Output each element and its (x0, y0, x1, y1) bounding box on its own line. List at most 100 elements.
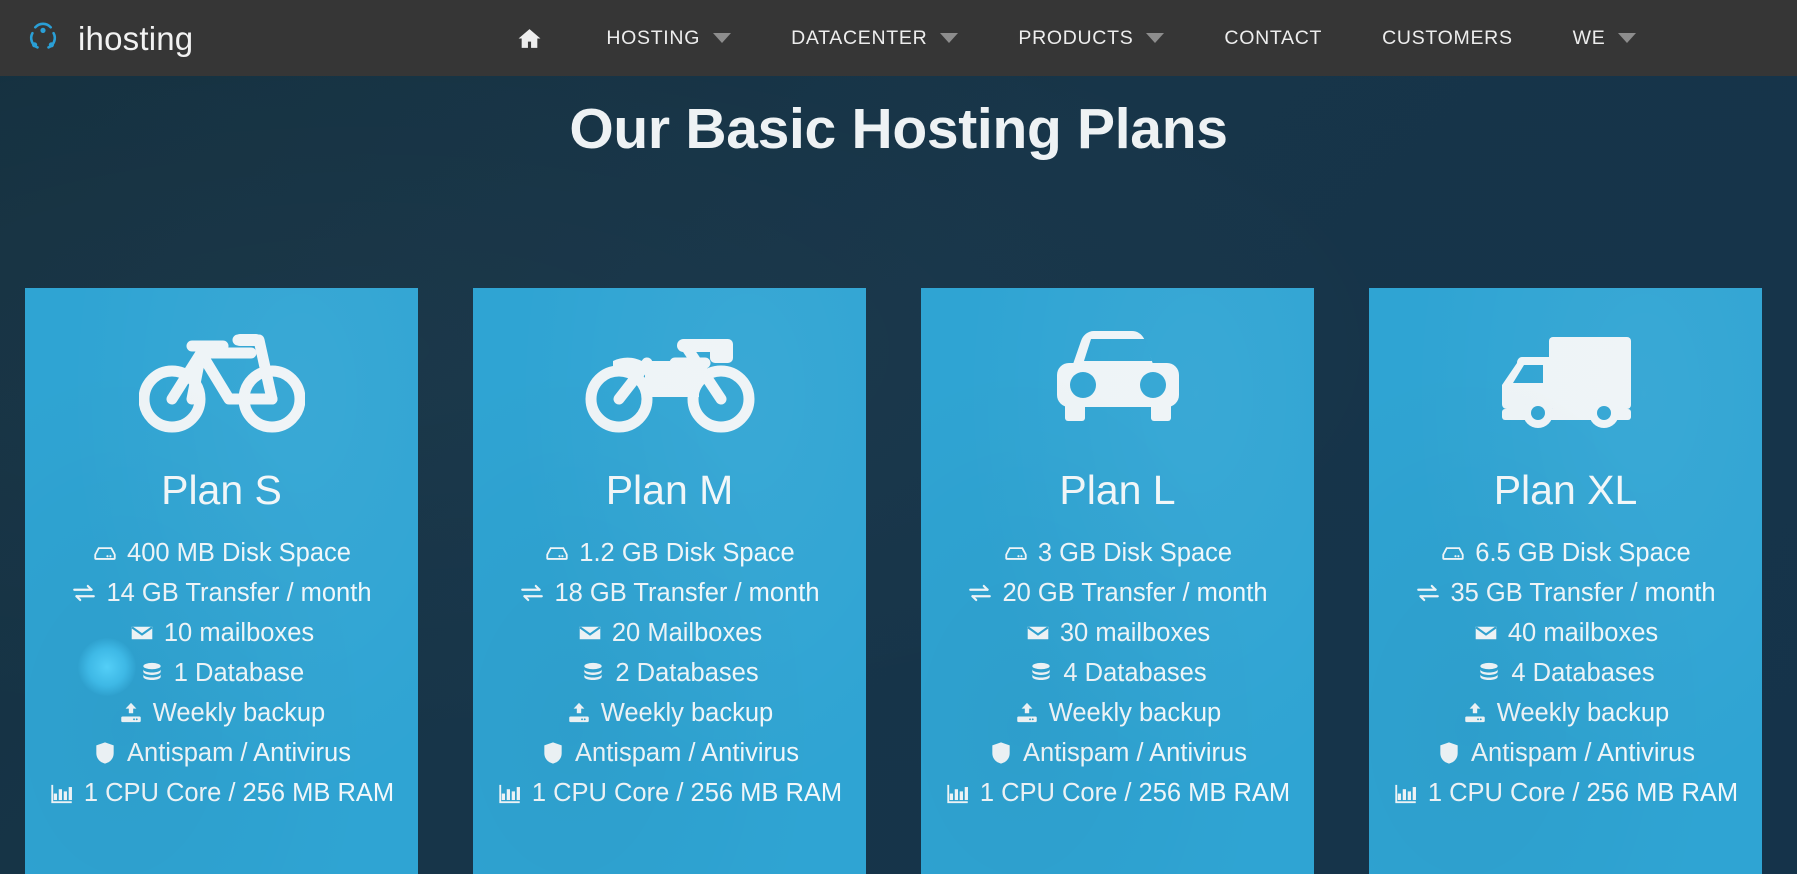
nav-item-datacenter[interactable]: DATACENTER (761, 0, 988, 76)
feature-text: 20 GB Transfer / month (1002, 579, 1268, 607)
envelope-icon (577, 620, 603, 646)
plan-features: 400 MB Disk Space 14 GB Transfer / month… (25, 533, 418, 813)
truck-icon (1491, 323, 1641, 438)
shield-icon (988, 740, 1014, 766)
feature-item: 6.5 GB Disk Space (1369, 533, 1762, 573)
feature-text: 4 Databases (1511, 659, 1655, 687)
feature-item: 14 GB Transfer / month (25, 573, 418, 613)
nav-item-label: CUSTOMERS (1382, 26, 1513, 49)
shield-icon (540, 740, 566, 766)
database-icon (1476, 660, 1502, 686)
feature-text: Weekly backup (1496, 699, 1670, 727)
feature-item: 1.2 GB Disk Space (473, 533, 866, 573)
feature-text: 10 mailboxes (163, 619, 315, 647)
feature-text: 1 CPU Core / 256 MB RAM (531, 779, 843, 807)
database-icon (580, 660, 606, 686)
plan-card-l[interactable]: Plan L 3 GB Disk Space 20 GB Transfer / … (921, 288, 1314, 874)
shield-icon (92, 740, 118, 766)
transfer-icon (519, 580, 545, 606)
feature-item: 4 Databases (921, 653, 1314, 693)
nav-item-we[interactable]: WE (1543, 0, 1667, 76)
feature-item: 1 CPU Core / 256 MB RAM (25, 773, 418, 813)
feature-text: Antispam / Antivirus (1023, 739, 1247, 767)
feature-item: 40 mailboxes (1369, 613, 1762, 653)
top-navigation-bar: ihosting HOSTING DATACENTER PRODUCTS CON… (0, 0, 1797, 76)
envelope-icon (129, 620, 155, 646)
pricing-plans-row: Plan S 400 MB Disk Space 14 GB Transfer … (25, 288, 1772, 874)
plan-card-m[interactable]: Plan M 1.2 GB Disk Space 18 GB Transfer … (473, 288, 866, 874)
home-icon (517, 26, 542, 51)
backup-upload-icon (1462, 700, 1488, 726)
feature-text: 4 Databases (1063, 659, 1207, 687)
bar-chart-icon (497, 780, 523, 806)
feature-text: 400 MB Disk Space (127, 539, 351, 567)
nav-item-customers[interactable]: CUSTOMERS (1352, 0, 1543, 76)
feature-item: 30 mailboxes (921, 613, 1314, 653)
nav-item-label: CONTACT (1224, 26, 1323, 49)
transfer-icon (967, 580, 993, 606)
hard-drive-icon (92, 540, 118, 566)
feature-text: Weekly backup (600, 699, 774, 727)
feature-item: 20 GB Transfer / month (921, 573, 1314, 613)
nav-item-label: DATACENTER (791, 26, 928, 49)
plan-card-s[interactable]: Plan S 400 MB Disk Space 14 GB Transfer … (25, 288, 418, 874)
feature-item: 3 GB Disk Space (921, 533, 1314, 573)
chevron-down-icon (713, 33, 732, 43)
nav-items: HOSTING DATACENTER PRODUCTS CONTACT CUST… (483, 0, 1666, 76)
bar-chart-icon (1393, 780, 1419, 806)
feature-item: 1 CPU Core / 256 MB RAM (1369, 773, 1762, 813)
feature-item: 10 mailboxes (25, 613, 418, 653)
nav-item-home[interactable] (483, 0, 576, 76)
plan-card-xl[interactable]: Plan XL 6.5 GB Disk Space 35 GB Transfer… (1369, 288, 1762, 874)
car-icon (1043, 323, 1193, 438)
feature-text: 1 Database (173, 659, 305, 687)
chevron-down-icon (940, 33, 959, 43)
backup-upload-icon (118, 700, 144, 726)
plan-name: Plan S (161, 467, 282, 513)
hard-drive-icon (1003, 540, 1029, 566)
feature-item: Antispam / Antivirus (473, 733, 866, 773)
bicycle-icon (138, 323, 305, 438)
feature-text: 40 mailboxes (1507, 619, 1659, 647)
feature-text: Weekly backup (152, 699, 326, 727)
transfer-icon (71, 580, 97, 606)
feature-item: Weekly backup (921, 693, 1314, 733)
brand-logo[interactable]: ihosting (22, 0, 193, 76)
feature-item: 400 MB Disk Space (25, 533, 418, 573)
backup-upload-icon (1014, 700, 1040, 726)
page-root: ihosting HOSTING DATACENTER PRODUCTS CON… (0, 0, 1797, 874)
feature-item: 1 Database (25, 653, 418, 693)
feature-item: Antispam / Antivirus (25, 733, 418, 773)
feature-item: 1 CPU Core / 256 MB RAM (921, 773, 1314, 813)
feature-text: 30 mailboxes (1059, 619, 1211, 647)
feature-text: 3 GB Disk Space (1037, 539, 1233, 567)
feature-text: 20 Mailboxes (611, 619, 763, 647)
feature-text: Antispam / Antivirus (575, 739, 799, 767)
feature-item: 20 Mailboxes (473, 613, 866, 653)
feature-item: 35 GB Transfer / month (1369, 573, 1762, 613)
feature-text: 14 GB Transfer / month (106, 579, 372, 607)
database-icon (1028, 660, 1054, 686)
feature-item: Antispam / Antivirus (921, 733, 1314, 773)
plan-icon-wrap (25, 314, 418, 446)
shield-icon (1436, 740, 1462, 766)
plan-features: 1.2 GB Disk Space 18 GB Transfer / month… (473, 533, 866, 813)
transfer-icon (1415, 580, 1441, 606)
motorcycle-icon (585, 323, 755, 438)
nav-item-label: HOSTING (606, 26, 701, 49)
nav-item-hosting[interactable]: HOSTING (576, 0, 761, 76)
feature-text: Antispam / Antivirus (127, 739, 351, 767)
plan-features: 6.5 GB Disk Space 35 GB Transfer / month… (1369, 533, 1762, 813)
chevron-down-icon (1618, 33, 1637, 43)
hard-drive-icon (544, 540, 570, 566)
feature-text: 1 CPU Core / 256 MB RAM (83, 779, 395, 807)
nav-item-products[interactable]: PRODUCTS (988, 0, 1194, 76)
feature-item: 18 GB Transfer / month (473, 573, 866, 613)
nav-item-contact[interactable]: CONTACT (1194, 0, 1352, 76)
feature-item: Weekly backup (1369, 693, 1762, 733)
chevron-down-icon (1146, 33, 1165, 43)
feature-item: 2 Databases (473, 653, 866, 693)
feature-text: 2 Databases (615, 659, 759, 687)
hard-drive-icon (1440, 540, 1466, 566)
brand-name: ihosting (78, 19, 194, 57)
